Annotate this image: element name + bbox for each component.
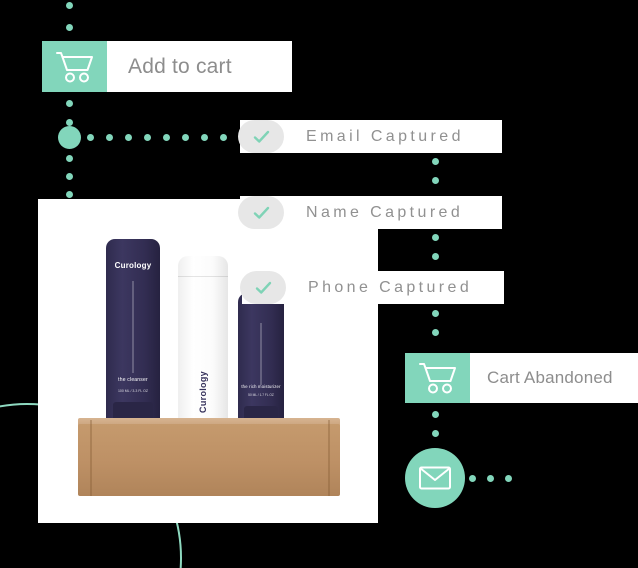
infographic-canvas: Curology the cleanser 100 ML / 3.3 FL OZ… xyxy=(0,0,638,568)
connector-dot xyxy=(66,2,73,9)
connector-dot xyxy=(163,134,170,141)
connector-dot xyxy=(66,100,73,107)
check-icon xyxy=(238,120,284,153)
bottle-brand: Curology xyxy=(198,371,208,413)
tube-accent-line xyxy=(132,281,134,373)
connector-dot xyxy=(125,134,132,141)
product-tube-cleanser: Curology the cleanser 100 ML / 3.3 FL OZ xyxy=(106,239,160,426)
connector-dot xyxy=(469,475,476,482)
connector-dot xyxy=(201,134,208,141)
tube-size: 100 ML / 3.3 FL OZ xyxy=(117,389,149,393)
tube-brand: Curology xyxy=(114,261,152,270)
connector-dot xyxy=(432,177,439,184)
connector-dot xyxy=(432,234,439,241)
tube-product-name: the cleanser xyxy=(118,377,148,383)
connector-dot xyxy=(144,134,151,141)
connector-dot xyxy=(66,155,73,162)
connector-dot xyxy=(432,310,439,317)
tube-size: 50 ML / 1.7 FL OZ xyxy=(248,393,274,397)
connector-dot xyxy=(432,329,439,336)
cart-abandoned-step[interactable]: Cart Abandoned xyxy=(405,353,638,403)
connector-dot xyxy=(66,24,73,31)
tube-product-name: the rich moisturizer xyxy=(241,384,281,389)
product-bottle: Curology xyxy=(178,256,228,425)
connector-dot xyxy=(106,134,113,141)
tube-accent-line xyxy=(260,323,262,385)
connector-dot xyxy=(432,158,439,165)
shipping-box xyxy=(78,424,340,496)
check-icon xyxy=(240,271,286,304)
shopping-cart-icon xyxy=(405,353,470,403)
connector-dot xyxy=(432,430,439,437)
add-to-cart-label: Add to cart xyxy=(128,54,232,78)
step-name-captured[interactable]: Name Captured xyxy=(238,196,502,229)
connector-dot xyxy=(487,475,494,482)
connector-dot xyxy=(66,173,73,180)
add-to-cart-step[interactable]: Add to cart xyxy=(42,41,292,92)
cart-abandoned-label: Cart Abandoned xyxy=(487,368,613,387)
box-seam-left xyxy=(90,420,92,496)
connector-dot xyxy=(66,119,73,126)
step-email-captured[interactable]: Email Captured xyxy=(238,120,502,153)
shopping-cart-icon xyxy=(42,41,107,92)
bottle-neck-line xyxy=(178,276,228,277)
connector-dot xyxy=(87,134,94,141)
connector-dot xyxy=(505,475,512,482)
email-send-node[interactable] xyxy=(405,448,465,508)
connector-dot xyxy=(66,191,73,198)
box-seam-right xyxy=(328,420,330,496)
flow-junction-node xyxy=(58,126,81,149)
check-icon xyxy=(238,196,284,229)
product-photo: Curology the cleanser 100 ML / 3.3 FL OZ… xyxy=(38,199,378,523)
connector-dot xyxy=(432,411,439,418)
connector-dot xyxy=(182,134,189,141)
product-tube-moisturizer: the rich moisturizer 50 ML / 1.7 FL OZ xyxy=(238,293,284,426)
connector-dot xyxy=(432,253,439,260)
step-phone-captured[interactable]: Phone Captured xyxy=(240,271,504,304)
connector-dot xyxy=(220,134,227,141)
envelope-icon xyxy=(418,465,452,491)
